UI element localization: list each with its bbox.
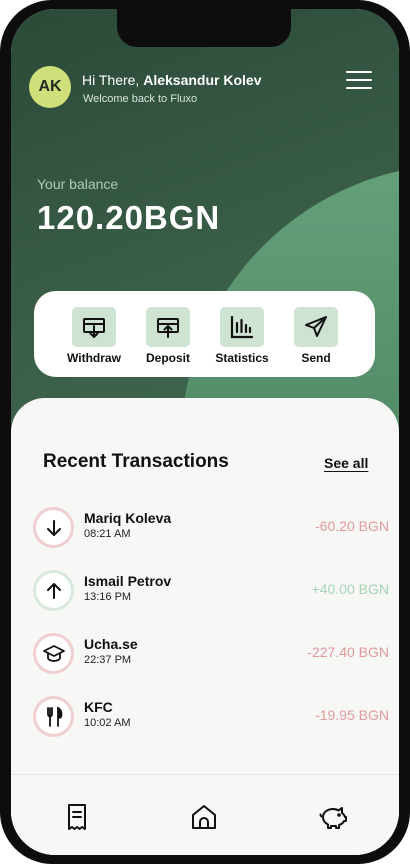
balance-label: Your balance [37, 176, 119, 192]
greeting: Hi There, Aleksandur Kolev [82, 72, 261, 88]
transaction-time: 10:02 AM [84, 717, 131, 729]
transaction-name: Ucha.se [84, 636, 138, 652]
transaction-name: Mariq Koleva [84, 510, 172, 526]
arrow-up-icon [33, 570, 74, 611]
transaction-row[interactable]: Ucha.se 22:37 PM -227.40 BGN [33, 633, 393, 677]
user-name: Aleksandur Kolev [143, 72, 262, 88]
withdraw-label: Withdraw [67, 351, 121, 365]
transaction-amount: +40.00 BGN [311, 581, 389, 597]
phone-frame: AK Hi There, Aleksandur Kolev Welcome ba… [0, 0, 410, 864]
statistics-label: Statistics [215, 351, 269, 365]
welcome-text: Welcome back to Fluxo [83, 93, 198, 105]
statistics-icon [220, 307, 264, 347]
transaction-row[interactable]: Ismail Petrov 13:16 PM +40.00 BGN [33, 570, 393, 614]
send-label: Send [301, 351, 331, 365]
menu-icon[interactable] [346, 71, 372, 91]
section-title: Recent Transactions [43, 451, 229, 472]
send-icon [294, 307, 338, 347]
transaction-time: 22:37 PM [84, 654, 132, 666]
graduation-cap-icon [33, 633, 74, 674]
transaction-time: 13:16 PM [84, 591, 132, 603]
quick-actions: Withdraw Deposit Statistics Send [34, 291, 375, 377]
device-notch [117, 9, 291, 47]
deposit-button[interactable]: Deposit [128, 307, 208, 365]
statistics-button[interactable]: Statistics [202, 307, 282, 365]
app-screen: AK Hi There, Aleksandur Kolev Welcome ba… [11, 9, 399, 855]
avatar[interactable]: AK [29, 66, 71, 108]
bottom-navigation [11, 774, 399, 855]
receipt-icon[interactable] [62, 802, 92, 832]
home-icon[interactable] [189, 802, 219, 832]
send-button[interactable]: Send [276, 307, 356, 365]
deposit-label: Deposit [145, 351, 190, 365]
fork-knife-icon [33, 696, 74, 737]
transaction-row[interactable]: Mariq Koleva 08:21 AM -60.20 BGN [33, 507, 393, 551]
transaction-row[interactable]: KFC 10:02 AM -19.95 BGN [33, 696, 393, 740]
transaction-name: KFC [84, 699, 113, 715]
transaction-amount: -19.95 BGN [315, 707, 389, 723]
transaction-time: 08:21 AM [84, 528, 131, 540]
transaction-name: Ismail Petrov [84, 573, 172, 589]
transaction-amount: -60.20 BGN [315, 518, 389, 534]
withdraw-button[interactable]: Withdraw [54, 307, 134, 365]
balance-amount: 120.20BGN [37, 199, 221, 236]
greeting-prefix: Hi There, [82, 72, 144, 88]
piggy-bank-icon[interactable] [318, 802, 348, 832]
transaction-amount: -227.40 BGN [307, 644, 389, 660]
deposit-icon [146, 307, 190, 347]
see-all-link[interactable]: See all [324, 455, 368, 471]
arrow-down-icon [33, 507, 74, 548]
withdraw-icon [72, 307, 116, 347]
